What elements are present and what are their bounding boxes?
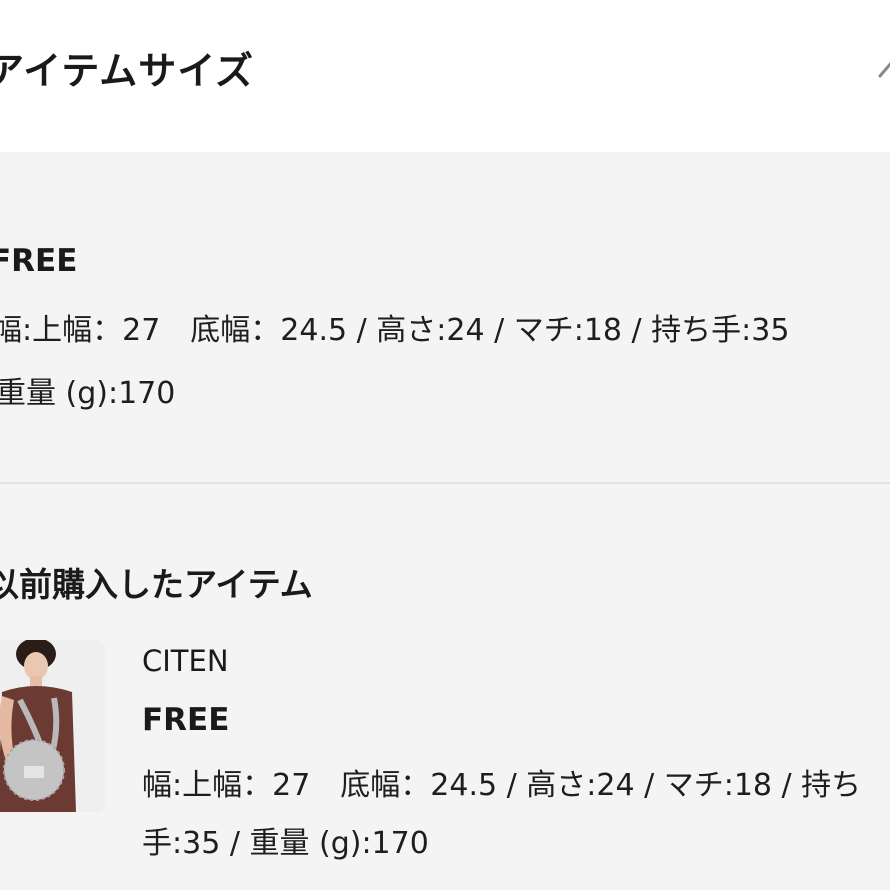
purchase-history-section: 以前購入したアイテム CITEN FREE 幅:上幅：27 底幅：24.5 / … [0,484,890,890]
item-size: FREE [142,702,230,738]
item-size-title: アイテムサイズ [0,49,255,93]
item-brand[interactable]: CITEN [142,644,229,678]
chevron-up-icon[interactable] [872,50,890,90]
item-size-page: アイテムサイズ FREE 幅:上幅：27 底幅：24.5 / 高さ:24 / マ… [0,0,890,890]
item-description-line1: 幅:上幅：27 底幅：24.5 / 高さ:24 / マチ:18 / 持ち [142,768,862,803]
item-size-header[interactable]: アイテムサイズ [0,0,890,152]
product-photo-image [0,640,106,812]
size-name: FREE [0,243,78,279]
size-description-line1: 幅:上幅：27 底幅：24.5 / 高さ:24 / マチ:18 / 持ち手:35 [0,313,790,348]
size-info-section: FREE 幅:上幅：27 底幅：24.5 / 高さ:24 / マチ:18 / 持… [0,152,890,482]
size-description-line2: 重量 (g):170 [0,376,176,411]
item-thumbnail[interactable] [0,640,106,812]
purchase-history-title: 以前購入したアイテム [0,565,313,604]
item-description-line2: 手:35 / 重量 (g):170 [142,826,429,861]
